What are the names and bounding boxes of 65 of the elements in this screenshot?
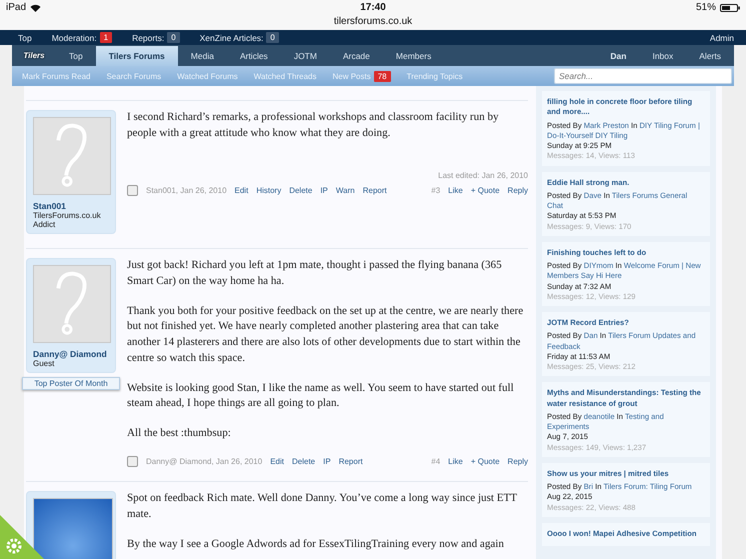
count-badge: 1	[100, 32, 112, 43]
post-action-link[interactable]: IP	[320, 184, 328, 196]
count-badge: 0	[266, 32, 279, 43]
gear-corner-icon[interactable]	[0, 515, 44, 559]
device-name: iPad	[6, 2, 26, 13]
post-action-link[interactable]: Reply	[508, 184, 528, 196]
post-action-link[interactable]: IP	[323, 456, 331, 468]
post-paragraph: I second Richard’s remarks, a professional workshops and classroom facility run by people with a great attitude who know what they are doing.	[127, 110, 500, 141]
nav-tab[interactable]: Articles	[226, 45, 281, 66]
nav-tab[interactable]: Top	[56, 45, 96, 66]
admin-link[interactable]: Moderation:	[52, 32, 97, 42]
nav-link[interactable]: Alerts	[686, 45, 734, 66]
post-action-link[interactable]: Like	[448, 184, 463, 196]
post-paragraph: Just got back! Richard you left at 1pm mate, thought i passed the flying banana (365 Smart Car) on the way home ha ha.	[127, 258, 503, 289]
wifi-icon	[30, 4, 42, 12]
select-checkbox[interactable]	[127, 185, 138, 196]
user-banner: Top Poster Of Month	[22, 377, 120, 390]
count-badge: 78	[374, 70, 391, 82]
post-paragraph: By the way I see a Google Adwords ad for EssexTilingTraining every now and again	[127, 536, 505, 552]
post-paragraph: All the best :thumbsup:	[127, 426, 232, 441]
select-checkbox[interactable]	[127, 456, 138, 467]
user-title: TilersForums.co.uk	[33, 211, 102, 220]
url-address[interactable]: tilersforums.co.uk	[0, 16, 746, 27]
post-action-link[interactable]: Edit	[270, 456, 284, 468]
photo-placeholder[interactable]	[33, 498, 113, 559]
last-edited-note: Last edited: Jan 26, 2010	[437, 170, 528, 181]
default-avatar-icon[interactable]	[33, 265, 111, 343]
post-action-link[interactable]: Like	[448, 456, 463, 468]
post-action-link[interactable]: Delete	[292, 456, 316, 468]
post-action-link[interactable]: Warn	[336, 184, 355, 196]
site-logo[interactable]: Tilers	[12, 45, 56, 66]
admin-link[interactable]: Top	[18, 32, 32, 42]
post-action-link[interactable]: + Quote	[470, 184, 500, 196]
nav-tab[interactable]: Tilers Forums	[96, 46, 178, 66]
user-title: Addict	[33, 220, 56, 229]
user-name[interactable]: Stan001	[33, 201, 109, 211]
nav-link[interactable]: Inbox	[639, 45, 686, 66]
post-paragraph: Spot on feedback Rich mate. Well done Danny. You’ve come a long way since just ETT mate.	[127, 491, 518, 522]
admin-link[interactable]: Reports:	[132, 32, 164, 42]
admin-link[interactable]: Admin	[710, 32, 734, 42]
default-avatar-icon[interactable]	[33, 117, 111, 195]
post-action-link[interactable]: Delete	[289, 184, 312, 196]
user-name[interactable]: Danny@ Diamond	[33, 349, 109, 359]
nav-tab[interactable]: JOTM	[280, 45, 330, 66]
post-action-link[interactable]: Edit	[234, 184, 248, 196]
search-field[interactable]: Search...	[554, 68, 732, 84]
admin-link[interactable]: XenZine Articles:	[200, 32, 264, 42]
post-action-link[interactable]: Report	[338, 456, 363, 468]
post-byline: Danny@ Diamond, Jan 26, 2010	[146, 456, 262, 468]
nav-tab[interactable]: Arcade	[330, 45, 383, 66]
post-action-link[interactable]: + Quote	[470, 456, 500, 468]
post-action-link[interactable]: Reply	[508, 456, 528, 468]
post-action-link[interactable]: History	[256, 184, 282, 196]
post-byline: Stan001, Jan 26, 2010	[146, 184, 227, 196]
post-paragraph: Website is looking good Stan, I like the name as well. You seem to have started out full steam ahead, I hope things are all going to plan.	[127, 380, 515, 412]
nav-tab[interactable]: Members	[382, 45, 444, 66]
post-action-link[interactable]: Report	[362, 184, 387, 196]
clock-time: 17:40	[360, 2, 386, 13]
post-paragraph: Thank you both for your positive feedback on the set up at the centre, we are nearly there but not finished yet. We have nearly completed another plastering area that can take another 14 plasterers and there are also lots of other developments due to start within the centre so watch this space.	[127, 304, 524, 366]
count-badge: 0	[167, 32, 180, 43]
nav-tab[interactable]: Media	[178, 45, 227, 66]
battery-icon	[720, 4, 740, 12]
user-link[interactable]: Dan	[597, 45, 640, 66]
user-title: Guest	[33, 359, 56, 368]
battery-percent: 51%	[696, 2, 716, 13]
